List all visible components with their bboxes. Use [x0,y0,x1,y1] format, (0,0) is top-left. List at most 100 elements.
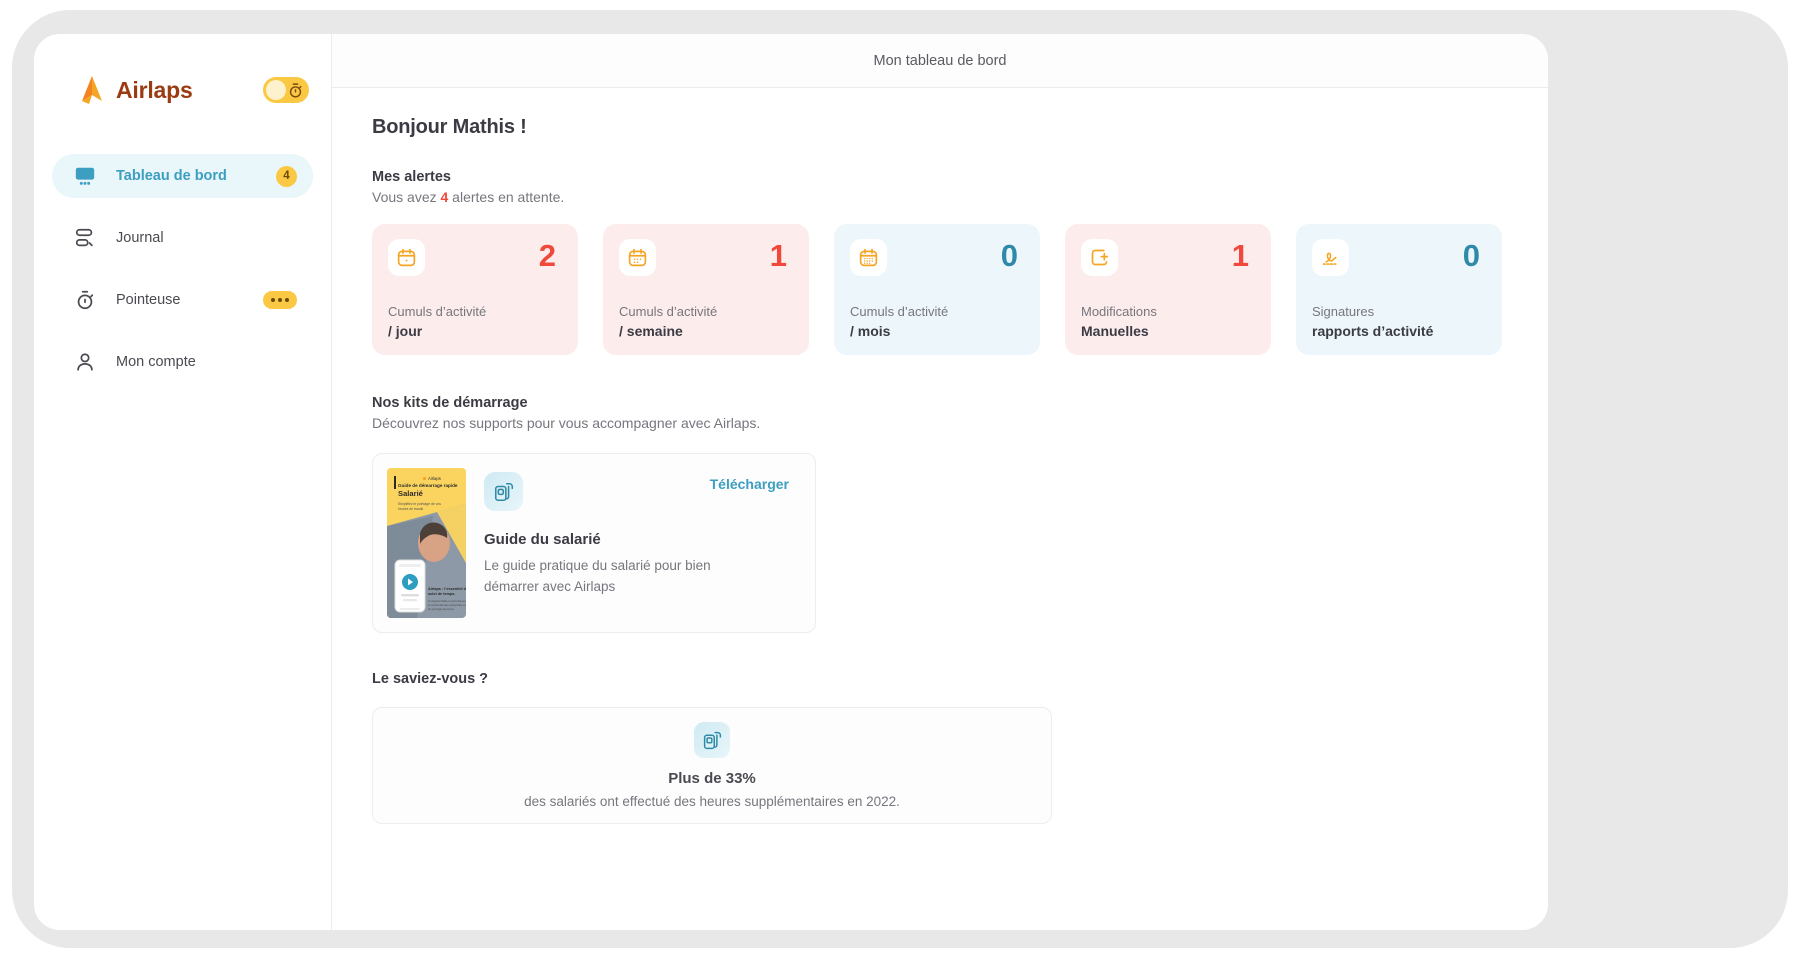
alert-card-cumuls-semaine[interactable]: 1 Cumuls d’activité / semaine [603,224,809,355]
mode-toggle[interactable] [263,77,309,103]
brand-name: Airlaps [116,76,193,103]
calendar-month-icon [859,248,878,267]
svg-text:Un logiciel fiable et sécurisé: Un logiciel fiable et sécurisé pour assu… [428,599,466,603]
alerts-section: Mes alertes Vous avez 4 alertes en atten… [372,169,1508,355]
alert-card-top: 0 [1312,239,1486,276]
svg-text:de pointage de temps.: de pointage de temps. [428,607,455,611]
main-area: Mon tableau de bord Bonjour Mathis ! Mes… [332,34,1548,930]
alert-card-line1: Modifications [1081,304,1157,319]
alert-card-text: Cumuls d’activité / semaine [619,302,717,341]
kits-section: Nos kits de démarrage Découvrez nos supp… [372,395,1508,633]
alert-card-value: 0 [1000,238,1018,273]
dyk-card: Plus de 33% des salariés ont effectué de… [372,707,1052,824]
sidebar-item-badge-wrap: 4 [276,165,297,187]
brand-header: Airlaps [34,58,331,122]
alert-card-cumuls-mois[interactable]: 0 Cumuls d’activité / mois [834,224,1040,355]
alert-card-line2: / semaine [619,323,683,339]
journal-layout-icon [75,228,93,247]
alert-card-line1: Cumuls d’activité [388,304,487,319]
kits-section-subtitle: Découvrez nos supports pour vous accompa… [372,415,761,431]
dyk-stat: Plus de 33% [668,770,756,787]
dot-icon [271,298,275,302]
sidebar-item-mon-compte[interactable]: Mon compte [52,340,313,384]
alert-card-line2: rapports d’activité [1312,323,1434,339]
dyk-icon-box [694,722,730,758]
main-content: Bonjour Mathis ! Mes alertes Vous avez 4… [332,88,1548,824]
kit-title: Guide du salarié [484,531,601,548]
calendar-week-icon [628,248,647,267]
sidebar-item-label: Pointeuse [116,292,181,308]
svg-text:heures de travail.: heures de travail. [398,507,424,511]
sidebar-nav: Tableau de bord 4 Journal Pointeuse Mon … [34,154,331,384]
alert-card-line1: Cumuls d’activité [619,304,718,319]
stopwatch-icon [289,82,302,98]
alert-card-value: 0 [1462,238,1480,273]
dyk-text: des salariés ont effectué des heures sup… [524,794,900,809]
dot-icon [285,298,289,302]
brand-left: Airlaps [78,75,193,105]
download-link[interactable]: Télécharger [710,476,789,492]
alert-card-signatures[interactable]: 0 Signatures rapports d’activité [1296,224,1502,355]
alert-card-value: 2 [538,238,556,273]
svg-text:Salarié: Salarié [398,489,423,498]
add-square-icon [1091,249,1109,266]
alert-card-line2: / mois [850,323,891,339]
alert-card-top: 0 [850,239,1024,276]
page-title: Mon tableau de bord [873,52,1007,69]
alert-card-top: 1 [619,239,793,276]
kit-description: Le guide pratique du salarié pour bien d… [484,558,711,594]
alert-card-top: 2 [388,239,562,276]
alert-card-text: Modifications Manuelles [1081,302,1157,341]
kit-thumbnail: Airlaps Guide de démarrage rapide Salari… [387,468,466,618]
dyk-section-title: Le saviez-vous ? [372,671,489,687]
more-options-badge[interactable] [263,291,297,309]
alert-icon-box [388,239,425,276]
sidebar-item-label: Tableau de bord [116,168,227,184]
guide-cover-image: Airlaps Guide de démarrage rapide Salari… [387,468,466,618]
kit-card-guide-du-salarie[interactable]: Airlaps Guide de démarrage rapide Salari… [372,453,816,633]
alert-card-text: Cumuls d’activité / jour [388,302,486,341]
alert-card-cumuls-jour[interactable]: 2 Cumuls d’activité / jour [372,224,578,355]
kit-icon-box [484,472,523,511]
monitor-icon [75,167,95,185]
topbar: Mon tableau de bord [332,34,1548,88]
alerts-sub-prefix: Vous avez [372,189,441,205]
alert-card-modifications-manuelles[interactable]: 1 Modifications Manuelles [1065,224,1271,355]
alert-card-top: 1 [1081,239,1255,276]
dot-icon [278,298,282,302]
stopwatch-icon [77,290,94,310]
alert-card-text: Cumuls d’activité / mois [850,302,948,341]
sidebar-item-pointeuse[interactable]: Pointeuse [52,278,313,322]
svg-text:la conformité des entreprises: la conformité des entreprises en matière [428,603,466,607]
greeting: Bonjour Mathis ! [372,116,527,138]
alert-icon-box [1081,239,1118,276]
alert-card-line1: Signatures [1312,304,1375,319]
sidebar-item-label: Journal [116,230,164,246]
sidebar-item-journal[interactable]: Journal [52,216,313,260]
svg-text:Airlaps : l’essentiel du: Airlaps : l’essentiel du [428,587,466,591]
alert-cards: 2 Cumuls d’activité / jour 1 Cumuls d’ac… [372,224,1508,355]
alert-card-line2: / jour [388,323,423,339]
sidebar-item-tableau-de-bord[interactable]: Tableau de bord 4 [52,154,313,198]
sidebar-item-label: Mon compte [116,354,196,370]
user-icon [77,353,93,371]
alert-card-value: 1 [1231,238,1249,273]
sidebar-item-badge-wrap [263,291,297,309]
svg-text:Guide de démarrage rapide: Guide de démarrage rapide [398,483,458,488]
calendar-day-icon [397,248,416,267]
alerts-section-title: Mes alertes [372,169,451,185]
did-you-know-section: Le saviez-vous ? Plus de 33% des salarié… [372,671,1508,824]
signature-icon [1322,252,1337,265]
alerts-sub-suffix: alertes en attente. [448,189,565,205]
sidebar: Airlaps Tableau de bord 4 Journal Pointe… [34,34,332,930]
documents-copy-icon [494,482,513,501]
svg-text:Airlaps: Airlaps [428,476,441,481]
svg-text:suivi de temps.: suivi de temps. [428,592,455,596]
svg-text:Simplifiez le pointage de vos: Simplifiez le pointage de vos [398,502,441,506]
alert-card-line2: Manuelles [1081,323,1149,339]
window-frame: Airlaps Tableau de bord 4 Journal Pointe… [12,10,1788,948]
status-badge: 4 [276,165,297,187]
documents-copy-icon [703,731,721,749]
alert-card-value: 1 [769,238,787,273]
alert-card-text: Signatures rapports d’activité [1312,302,1433,341]
